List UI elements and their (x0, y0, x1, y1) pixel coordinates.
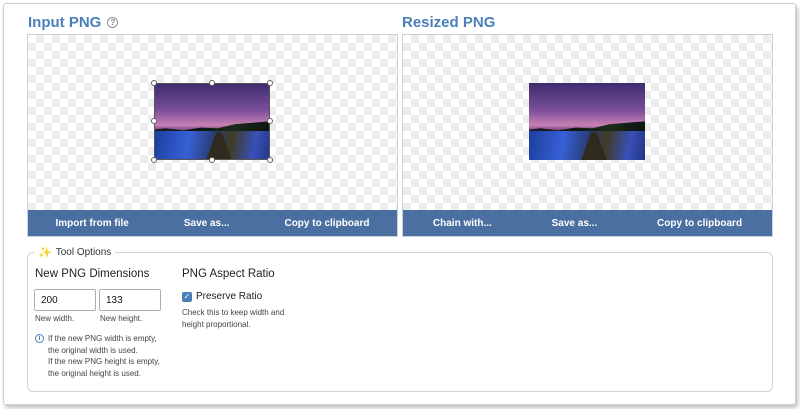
dimensions-info: i If the new PNG width is empty, the ori… (35, 333, 160, 379)
resize-handle-top-left[interactable] (151, 80, 157, 86)
resized-image (529, 83, 645, 160)
magic-wand-icon: ✨ (38, 247, 52, 259)
info-icon: i (35, 334, 44, 343)
aspect-ratio-title: PNG Aspect Ratio (182, 268, 275, 280)
new-height-hint: New height. (100, 314, 143, 323)
dimensions-title: New PNG Dimensions (35, 268, 150, 280)
output-canvas (403, 35, 772, 211)
output-title-text: Resized PNG (402, 14, 496, 31)
input-save-as-button[interactable]: Save as... (176, 218, 238, 229)
output-copy-to-clipboard-button[interactable]: Copy to clipboard (649, 218, 750, 229)
input-title-text: Input PNG (28, 14, 102, 31)
preserve-ratio-description: Check this to keep width and height prop… (182, 308, 285, 329)
preserve-ratio-label[interactable]: Preserve Ratio (196, 291, 262, 302)
selection-box[interactable] (154, 83, 270, 160)
tool-options-label: Tool Options (55, 247, 112, 258)
output-save-as-button[interactable]: Save as... (544, 218, 606, 229)
chain-with-button[interactable]: Chain with... (425, 218, 500, 229)
new-width-hint: New width. (35, 314, 75, 323)
output-panel-title: Resized PNG (402, 14, 495, 31)
resize-handle-right[interactable] (267, 118, 273, 124)
resize-handle-left[interactable] (151, 118, 157, 124)
new-width-input[interactable] (34, 289, 96, 311)
tool-options-legend: ✨ Tool Options (34, 246, 116, 259)
input-panel-title: Input PNG ? (28, 14, 119, 31)
output-button-bar: Chain with... Save as... Copy to clipboa… (403, 210, 772, 236)
preserve-ratio-checkbox[interactable]: ✓ (182, 291, 192, 302)
help-icon[interactable]: ? (107, 17, 119, 28)
input-canvas[interactable] (28, 35, 397, 211)
new-height-input[interactable] (99, 289, 161, 311)
resize-handle-bottom-right[interactable] (267, 157, 273, 163)
resize-handle-top-right[interactable] (267, 80, 273, 86)
output-panel: Chain with... Save as... Copy to clipboa… (402, 34, 773, 237)
input-copy-to-clipboard-button[interactable]: Copy to clipboard (276, 218, 377, 229)
resize-handle-bottom-left[interactable] (151, 157, 157, 163)
info-line: If the new PNG height is empty, (48, 357, 160, 366)
preserve-ratio-row[interactable]: ✓ Preserve Ratio (182, 291, 262, 302)
info-line: the original height is used. (48, 368, 141, 378)
info-line: the original width is used. (48, 345, 138, 355)
input-panel: Import from file Save as... Copy to clip… (27, 34, 398, 237)
import-from-file-button[interactable]: Import from file (48, 218, 137, 229)
resize-handle-top[interactable] (209, 80, 215, 86)
input-button-bar: Import from file Save as... Copy to clip… (28, 210, 397, 236)
resize-handle-bottom[interactable] (209, 157, 215, 163)
info-line: If the new PNG width is empty, (48, 334, 157, 343)
